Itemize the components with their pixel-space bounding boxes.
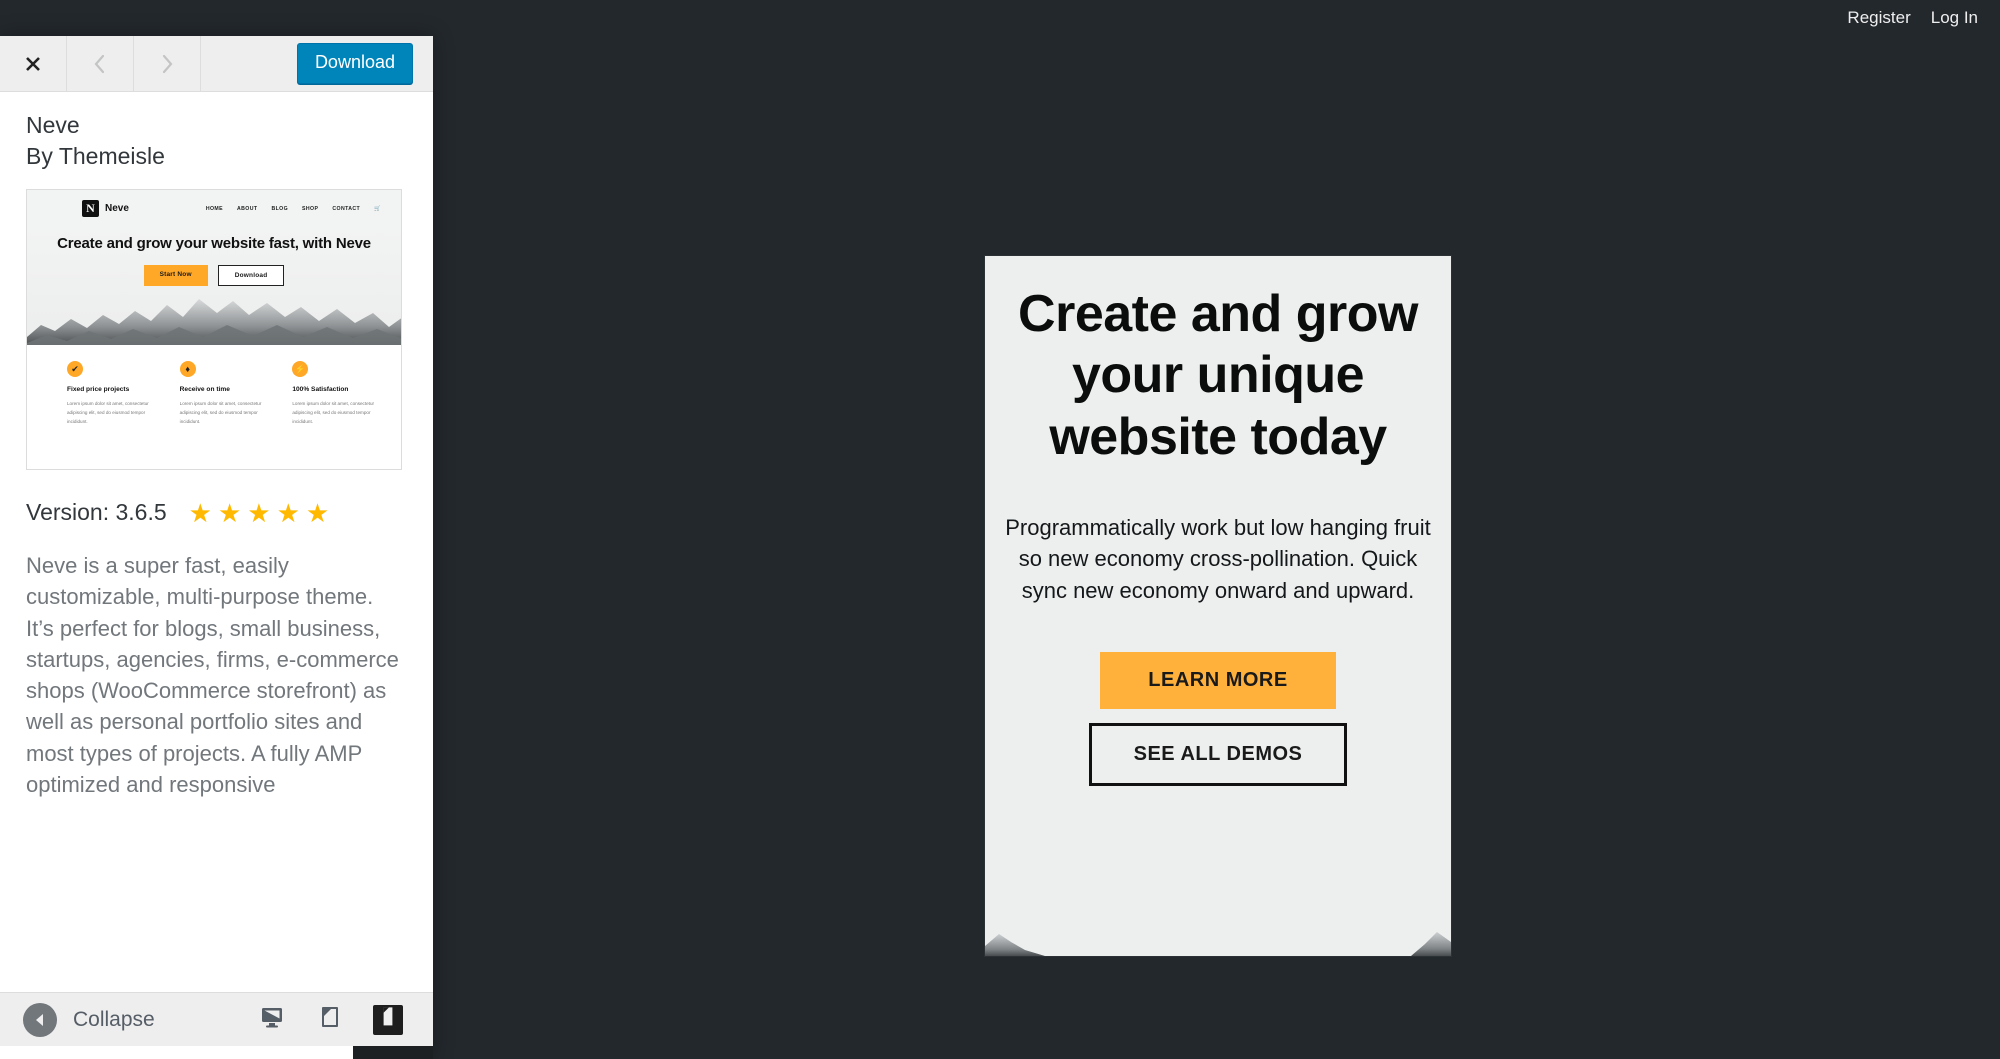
- adminbar-login[interactable]: Log In: [1921, 0, 1978, 36]
- thumbnail-menu-item-contact: CONTACT: [332, 205, 361, 212]
- thumbnail-download-button: Download: [217, 265, 285, 287]
- sidebar-bottom-bar: [353, 1046, 433, 1059]
- thumbnail-feature-title: Receive on time: [179, 386, 230, 394]
- thumbnail-headline: Create and grow your website fast, with …: [57, 235, 371, 253]
- star-rating[interactable]: ★ ★ ★ ★ ★: [189, 500, 330, 526]
- device-mobile[interactable]: [373, 1004, 403, 1035]
- device-desktop[interactable]: [257, 1005, 287, 1035]
- thumbnail-feature-title: Fixed price projects: [67, 386, 130, 394]
- customizer-sidebar: Download Neve By Themeisle N Neve HOME A…: [0, 36, 433, 1059]
- thumbnail-menu-item-shop: SHOP: [302, 205, 319, 212]
- learn-more-button[interactable]: LEARN MORE: [1100, 651, 1336, 709]
- check-icon: ✔: [67, 361, 83, 378]
- star-icon: ★: [247, 497, 271, 528]
- see-all-demos-button[interactable]: SEE ALL DEMOS: [1088, 722, 1348, 786]
- close-icon: [23, 54, 43, 74]
- admin-bar: Register Log In: [0, 0, 2000, 36]
- thumbnail-nav: N Neve HOME ABOUT BLOG SHOP CONTACT 🛒: [27, 190, 401, 228]
- adminbar-register[interactable]: Register: [1837, 0, 1920, 36]
- version-and-rating: Version: 3.6.5 ★ ★ ★ ★ ★: [26, 499, 407, 526]
- theme-author: By Themeisle: [26, 143, 165, 170]
- preview-headline: Create and grow your unique website toda…: [1018, 285, 1418, 466]
- chevron-right-icon: [157, 53, 177, 75]
- star-icon: ★: [276, 497, 300, 528]
- previous-theme-button[interactable]: [67, 36, 134, 91]
- thumbnail-feature: ✔ Fixed price projects Lorem ipsum dolor…: [67, 361, 158, 469]
- theme-name: Neve: [26, 112, 80, 138]
- thumbnail-features: ✔ Fixed price projects Lorem ipsum dolor…: [27, 345, 401, 470]
- sidebar-bottom-filler: [0, 1046, 353, 1059]
- preview-mountain-image: [985, 916, 1451, 956]
- collapse-button[interactable]: Collapse: [23, 1002, 155, 1037]
- thumbnail-menu-item-about: ABOUT: [237, 205, 258, 212]
- mobile-preview-frame[interactable]: Create and grow your unique website toda…: [985, 256, 1451, 956]
- thumbnail-feature-body: Lorem ipsum dolor sit amet, consectetur …: [292, 401, 375, 425]
- thumbnail-menu: HOME ABOUT BLOG SHOP CONTACT 🛒: [206, 206, 381, 212]
- theme-screenshot[interactable]: N Neve HOME ABOUT BLOG SHOP CONTACT 🛒 Cr…: [26, 189, 402, 471]
- theme-preview-area: Create and grow your unique website toda…: [433, 36, 2000, 1059]
- collapse-arrow-icon: [23, 1002, 57, 1037]
- star-icon: ★: [217, 497, 242, 528]
- thumbnail-hero: Create and grow your website fast, with …: [27, 227, 401, 346]
- thumbnail-feature: ⚡ 100% Satisfaction Lorem ipsum dolor si…: [292, 361, 383, 469]
- device-preview-switcher: [257, 1004, 433, 1035]
- header-spacer: [201, 36, 297, 91]
- bolt-icon: ⚡: [292, 361, 309, 378]
- sidebar-header: Download: [0, 36, 433, 92]
- device-tablet[interactable]: [315, 1005, 345, 1035]
- preview-paragraph: Programmatically work but low hanging fr…: [1005, 515, 1431, 603]
- close-button[interactable]: [0, 36, 67, 91]
- tablet-icon: [319, 1005, 341, 1034]
- thumbnail-menu-item-blog: BLOG: [271, 205, 289, 212]
- thumbnail-feature-title: 100% Satisfaction: [292, 386, 349, 394]
- thumbnail-feature: ♦ Receive on time Lorem ipsum dolor sit …: [179, 361, 271, 469]
- thumbnail-feature-body: Lorem ipsum dolor sit amet, consectetur …: [179, 401, 262, 425]
- collapse-label: Collapse: [73, 1007, 155, 1031]
- theme-version: Version: 3.6.5: [26, 499, 167, 526]
- thumbnail-logo-icon: N: [82, 200, 99, 218]
- cart-icon: 🛒: [374, 205, 381, 212]
- next-theme-button[interactable]: [134, 36, 201, 91]
- mobile-icon: [379, 1004, 397, 1035]
- desktop-icon: [260, 1005, 284, 1034]
- star-icon: ★: [188, 497, 212, 528]
- sidebar-content[interactable]: Neve By Themeisle N Neve HOME ABOUT BLOG…: [0, 92, 433, 1000]
- diamond-icon: ♦: [179, 361, 196, 378]
- thumbnail-menu-item-home: HOME: [205, 205, 223, 212]
- preview-buttons: LEARN MORE SEE ALL DEMOS: [985, 651, 1451, 786]
- sidebar-footer: Collapse: [0, 992, 433, 1046]
- thumbnail-hero-buttons: Start Now Download: [27, 265, 401, 287]
- thumbnail-feature-body: Lorem ipsum dolor sit amet, consectetur …: [67, 401, 149, 425]
- thumbnail-logo-text: Neve: [105, 203, 129, 215]
- download-button[interactable]: Download: [296, 43, 413, 84]
- star-icon: ★: [305, 497, 330, 528]
- thumbnail-start-now-button: Start Now: [143, 265, 208, 287]
- theme-description: Neve is a super fast, easily customizabl…: [26, 553, 399, 797]
- chevron-left-icon: [90, 53, 110, 75]
- thumbnail-mountain-image: [27, 291, 401, 346]
